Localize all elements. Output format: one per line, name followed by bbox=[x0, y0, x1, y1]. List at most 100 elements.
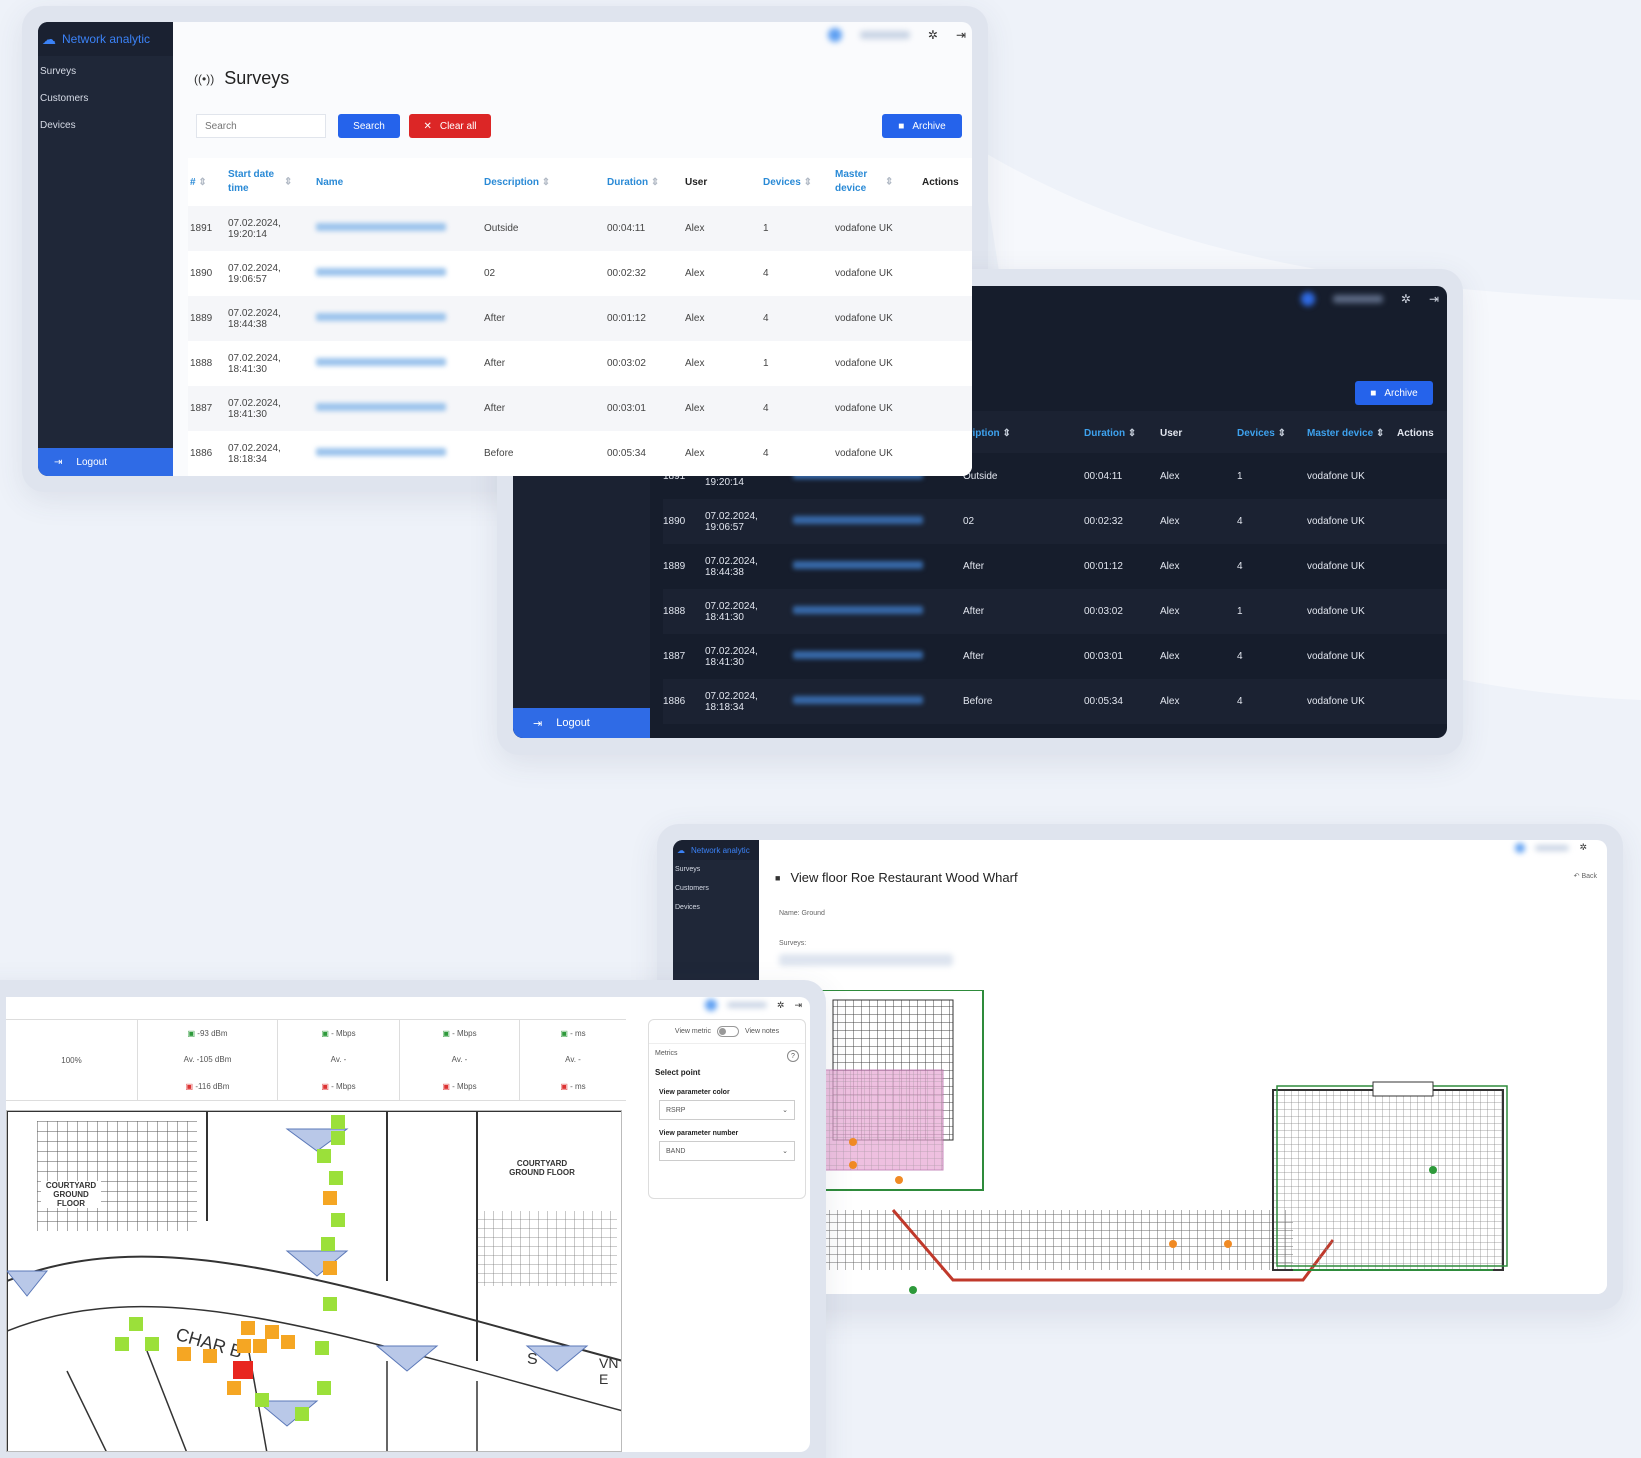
col-master[interactable]: Master device ⇕ bbox=[835, 158, 922, 206]
measure-tile[interactable] bbox=[315, 1341, 329, 1355]
table-row[interactable]: 1888 07.02.2024, 18:41:30 After 00:03:02 … bbox=[188, 341, 972, 386]
dark-col-duration[interactable]: Duration ⇕ bbox=[1084, 412, 1160, 454]
exit-icon[interactable]: ⇥ bbox=[1429, 292, 1439, 306]
exit-icon[interactable]: ⇥ bbox=[794, 1000, 802, 1011]
search-button[interactable]: Search bbox=[338, 114, 400, 138]
info-icon[interactable]: ? bbox=[787, 1050, 799, 1062]
measure-tile[interactable] bbox=[237, 1339, 251, 1353]
row-name[interactable] bbox=[793, 679, 963, 724]
logout-button[interactable]: ⇥ Logout bbox=[38, 448, 173, 476]
blurred-name-link[interactable] bbox=[793, 516, 923, 524]
restaurant-floor-plan[interactable] bbox=[773, 990, 1607, 1294]
measure-tile[interactable] bbox=[329, 1171, 343, 1185]
dark-archive-button[interactable]: ■ Archive bbox=[1355, 381, 1433, 405]
row-actions[interactable] bbox=[1397, 454, 1447, 499]
sidebar-item-surveys[interactable]: Surveys bbox=[673, 860, 759, 879]
measure-tile[interactable] bbox=[129, 1317, 143, 1331]
archive-button[interactable]: ■ Archive bbox=[882, 114, 962, 138]
table-row[interactable]: 1887 07.02.2024, 18:41:30 After 00:03:01 … bbox=[188, 386, 972, 431]
sidebar-item-devices[interactable]: Devices bbox=[38, 112, 173, 139]
measure-tile[interactable] bbox=[233, 1361, 253, 1379]
measure-tile[interactable] bbox=[323, 1261, 337, 1275]
measure-tile[interactable] bbox=[253, 1339, 267, 1353]
table-row[interactable]: 1890 07.02.2024, 19:06:57 02 00:02:32 Ale… bbox=[663, 499, 1447, 544]
row-actions[interactable] bbox=[1397, 634, 1447, 679]
row-actions[interactable] bbox=[922, 251, 972, 296]
table-row[interactable]: 1888 07.02.2024, 18:41:30 After 00:03:02 … bbox=[663, 589, 1447, 634]
table-row[interactable]: 1890 07.02.2024, 19:06:57 02 00:02:32 Ale… bbox=[188, 251, 972, 296]
blurred-name-link[interactable] bbox=[316, 223, 446, 231]
measure-tile[interactable] bbox=[331, 1115, 345, 1129]
blurred-name-link[interactable] bbox=[793, 561, 923, 569]
table-row[interactable]: 1889 07.02.2024, 18:44:38 After 00:01:12 … bbox=[188, 296, 972, 341]
dark-col-description[interactable]: cription ⇕ bbox=[963, 412, 1084, 454]
measure-tile[interactable] bbox=[321, 1237, 335, 1251]
row-actions[interactable] bbox=[1397, 544, 1447, 589]
measure-tile[interactable] bbox=[203, 1349, 217, 1363]
measure-tile[interactable] bbox=[177, 1347, 191, 1361]
blurred-name-link[interactable] bbox=[793, 606, 923, 614]
measure-tile[interactable] bbox=[281, 1335, 295, 1349]
blurred-name-link[interactable] bbox=[316, 358, 446, 366]
search-input[interactable] bbox=[196, 114, 326, 138]
measure-point[interactable] bbox=[849, 1138, 857, 1146]
row-name[interactable] bbox=[316, 341, 484, 386]
table-row[interactable]: 1891 07.02.2024, 19:20:14 Outside 00:04:1… bbox=[188, 206, 972, 251]
row-name[interactable] bbox=[316, 206, 484, 251]
measure-tile[interactable] bbox=[265, 1325, 279, 1339]
row-actions[interactable] bbox=[922, 341, 972, 386]
measure-tile[interactable] bbox=[317, 1149, 331, 1163]
measure-point[interactable] bbox=[1224, 1240, 1232, 1248]
sidebar-item-surveys[interactable]: Surveys bbox=[38, 58, 173, 85]
col-start[interactable]: Start date time ⇕ bbox=[228, 158, 316, 206]
col-num[interactable]: # ⇕ bbox=[188, 158, 228, 206]
sidebar-item-customers[interactable]: Customers bbox=[38, 85, 173, 112]
dark-col-devices[interactable]: Devices ⇕ bbox=[1237, 412, 1307, 454]
table-row[interactable]: 1886 07.02.2024, 18:18:34 Before 00:05:34… bbox=[663, 679, 1447, 724]
dark-logout-button[interactable]: ⇥ Logout bbox=[513, 708, 650, 738]
settings-icon[interactable]: ✲ bbox=[928, 28, 938, 42]
measure-tile[interactable] bbox=[227, 1381, 241, 1395]
settings-icon[interactable]: ✲ bbox=[1579, 842, 1587, 853]
row-actions[interactable] bbox=[922, 206, 972, 251]
measure-tile[interactable] bbox=[323, 1191, 337, 1205]
row-name[interactable] bbox=[793, 634, 963, 679]
col-duration[interactable]: Duration ⇕ bbox=[607, 158, 685, 206]
measure-tile[interactable] bbox=[331, 1131, 345, 1145]
measure-tile[interactable] bbox=[295, 1407, 309, 1421]
measure-tile[interactable] bbox=[241, 1321, 255, 1335]
settings-icon[interactable]: ✲ bbox=[777, 1000, 785, 1011]
heatmap-floor-plan[interactable]: COURTYARD GROUND FLOOR COURTYARD GROUND … bbox=[6, 1110, 622, 1452]
row-actions[interactable] bbox=[1397, 589, 1447, 634]
row-actions[interactable] bbox=[922, 431, 972, 476]
number-param-select[interactable]: BAND ⌄ bbox=[659, 1141, 795, 1161]
dark-col-master[interactable]: Master device ⇕ bbox=[1307, 412, 1397, 454]
blurred-name-link[interactable] bbox=[316, 313, 446, 321]
row-name[interactable] bbox=[793, 499, 963, 544]
blurred-name-link[interactable] bbox=[316, 448, 446, 456]
table-row[interactable]: 1889 07.02.2024, 18:44:38 After 00:01:12 … bbox=[663, 544, 1447, 589]
settings-icon[interactable]: ✲ bbox=[1401, 292, 1411, 306]
clear-all-button[interactable]: ✕ Clear all bbox=[409, 114, 491, 138]
view-toggle[interactable] bbox=[716, 1026, 739, 1037]
row-actions[interactable] bbox=[1397, 679, 1447, 724]
measure-tile[interactable] bbox=[331, 1213, 345, 1227]
col-name[interactable]: Name bbox=[316, 158, 484, 206]
row-name[interactable] bbox=[316, 251, 484, 296]
row-name[interactable] bbox=[793, 544, 963, 589]
measure-tile[interactable] bbox=[323, 1297, 337, 1311]
blurred-name-link[interactable] bbox=[316, 403, 446, 411]
measure-point[interactable] bbox=[895, 1176, 903, 1184]
measure-point[interactable] bbox=[1429, 1166, 1437, 1174]
blurred-name-link[interactable] bbox=[793, 651, 923, 659]
row-name[interactable] bbox=[793, 589, 963, 634]
measure-tile[interactable] bbox=[255, 1393, 269, 1407]
row-actions[interactable] bbox=[922, 386, 972, 431]
measure-tile[interactable] bbox=[317, 1381, 331, 1395]
row-name[interactable] bbox=[316, 386, 484, 431]
back-link[interactable]: ↶ Back bbox=[1574, 872, 1597, 880]
blurred-name-link[interactable] bbox=[793, 696, 923, 704]
col-description[interactable]: Description ⇕ bbox=[484, 158, 607, 206]
table-row[interactable]: 1887 07.02.2024, 18:41:30 After 00:03:01 … bbox=[663, 634, 1447, 679]
row-name[interactable] bbox=[316, 431, 484, 476]
